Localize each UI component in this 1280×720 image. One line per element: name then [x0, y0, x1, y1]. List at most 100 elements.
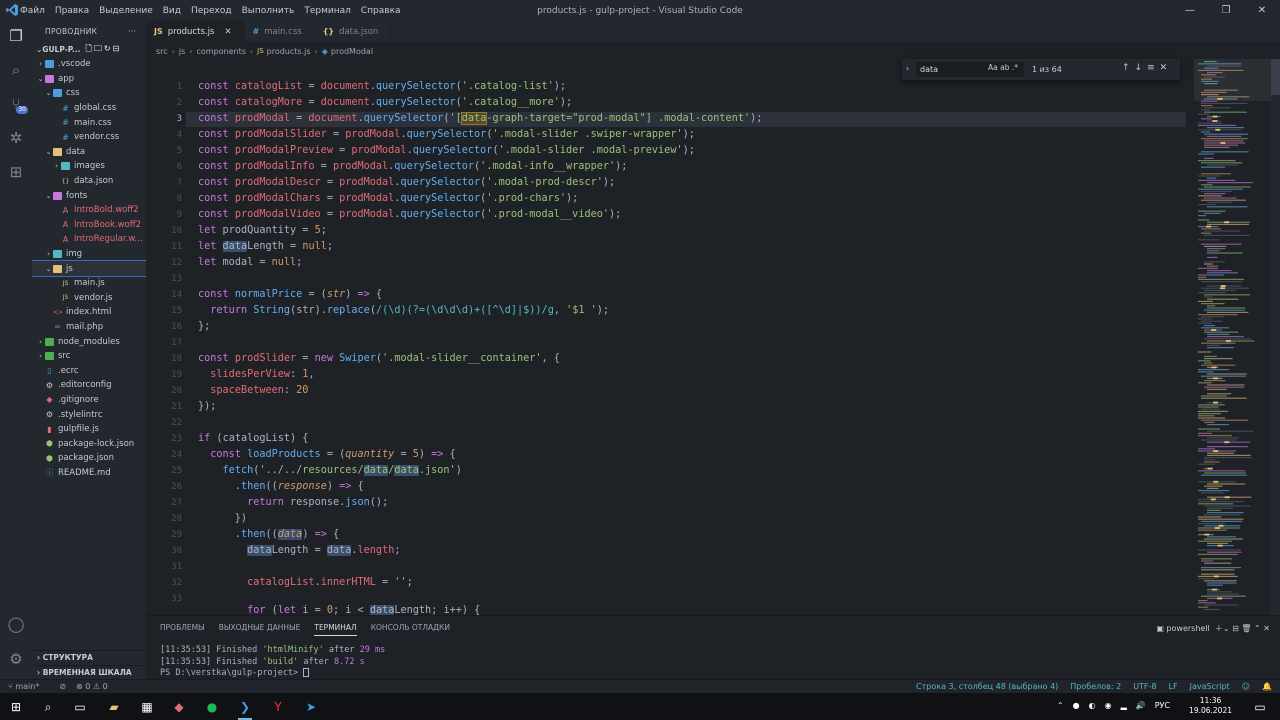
tree-file[interactable]: A IntroBold.woff2	[32, 203, 146, 218]
volume-icon[interactable]: 🔊	[1136, 701, 1146, 710]
tree-file[interactable]: ∞ mail.php	[32, 320, 146, 335]
menu-help[interactable]: Справка	[361, 6, 401, 16]
minimap[interactable]	[1194, 59, 1274, 615]
indentation[interactable]: Пробелов: 2	[1070, 682, 1121, 691]
tab-products-js[interactable]: JS products.js ✕	[146, 21, 245, 42]
account-icon[interactable]: ◯	[6, 614, 26, 634]
search-icon[interactable]: ⌕	[6, 60, 26, 80]
file-explorer-icon[interactable]: ▰	[104, 697, 124, 717]
tree-folder[interactable]: › src	[32, 349, 146, 364]
breadcrumb-item[interactable]: components	[196, 47, 245, 56]
find-nav[interactable]: ↑↓≡✕	[1122, 63, 1172, 73]
tree-file[interactable]: A IntroRegular.w...	[32, 232, 146, 247]
minimize-icon[interactable]: —	[1172, 0, 1208, 21]
explorer-actions[interactable]: 🗋🗀↻⊟	[85, 43, 121, 57]
tree-folder[interactable]: › .vscode	[32, 57, 146, 72]
find-options[interactable]: Aa ab .*	[988, 63, 1018, 72]
explorer-icon[interactable]: ❐	[6, 26, 26, 46]
tree-file[interactable]: ⚙ .editorconfig	[32, 378, 146, 393]
menu-view[interactable]: Вид	[163, 6, 181, 16]
panel-actions[interactable]: ＋⌄ ⊟ 🗑 ⌃ ✕	[1212, 624, 1270, 633]
menu-file[interactable]: Файл	[20, 6, 45, 16]
tree-file[interactable]: JS vendor.js	[32, 291, 146, 306]
tray-arrow-icon[interactable]: ⌃	[1057, 701, 1064, 710]
breadcrumb-item[interactable]: products.js	[267, 47, 311, 56]
tray-icon[interactable]: ◉	[1105, 701, 1112, 710]
tree-file[interactable]: ◆ .gitignore	[32, 393, 146, 408]
tree-file[interactable]: ⓘ README.md	[32, 466, 146, 481]
tray-app-icon[interactable]: ◐	[1089, 701, 1096, 710]
notifications-icon[interactable]: 🔔	[1262, 682, 1272, 691]
taskbar-clock[interactable]: 11:36 19.06.2021	[1189, 696, 1232, 716]
system-tray[interactable]: ⌃ ● ◐ ◉ ▂ 🔊 РУС	[1048, 701, 1170, 710]
terminal-prompt[interactable]: PS D:\verstka\gulp-project>	[160, 668, 310, 678]
tab-problems[interactable]: ПРОБЛЕМЫ	[160, 623, 205, 636]
breadcrumb-item[interactable]: prodModal	[331, 47, 373, 56]
branch-indicator[interactable]: ⑂ main*	[8, 682, 49, 691]
telegram-icon[interactable]: ➤	[301, 697, 321, 717]
tree-file[interactable]: # global.css	[32, 101, 146, 116]
tree-file[interactable]: ⬢ package-lock.json	[32, 436, 146, 451]
tree-file[interactable]: <> index.html	[32, 305, 146, 320]
sync-icon[interactable]: ⊘	[59, 682, 66, 691]
tree-file[interactable]: # vendor.css	[32, 130, 146, 145]
terminal-controls[interactable]: ▣ powershell ＋⌄ ⊟ 🗑 ⌃ ✕	[1156, 623, 1270, 634]
chevron-right-icon[interactable]: ›	[906, 64, 909, 73]
tree-folder[interactable]: › node_modules	[32, 334, 146, 349]
tree-file[interactable]: ⬢ package.json	[32, 451, 146, 466]
tab-main-css[interactable]: # main.css	[245, 21, 315, 42]
close-icon[interactable]: ✕	[1244, 0, 1280, 21]
tree-file[interactable]: # main.css	[32, 115, 146, 130]
task-view-icon[interactable]: ▭	[70, 697, 90, 717]
tree-file[interactable]: ▯ .ecrc	[32, 363, 146, 378]
tree-file[interactable]: A IntroBook.woff2	[32, 218, 146, 233]
tree-folder[interactable]: ⌄ app	[32, 72, 146, 87]
tab-output[interactable]: ВЫХОДНЫЕ ДАННЫЕ	[219, 623, 301, 636]
code-editor[interactable]: 1 2 3 4 5 6 7 8 9 10 11 12 13 14 15 16 17 18 19 20 21 22 23 24 2…	[146, 80, 1186, 615]
menu-go[interactable]: Переход	[191, 6, 232, 16]
cursor-position[interactable]: Строка 3, столбец 48 (выбрано 4)	[916, 682, 1058, 691]
menu-run[interactable]: Выполнить	[242, 6, 295, 16]
close-tab-icon[interactable]: ✕	[224, 27, 231, 37]
tab-terminal[interactable]: ТЕРМИНАЛ	[314, 623, 357, 636]
problems-indicator[interactable]: ⊗ 0 ⚠ 0	[76, 682, 108, 691]
tree-file[interactable]: ▮ gulpfile.js	[32, 422, 146, 437]
end-of-line[interactable]: LF	[1169, 682, 1178, 691]
more-icon[interactable]: ···	[128, 27, 136, 36]
breadcrumb-item[interactable]: src	[156, 47, 168, 56]
tab-debug-console[interactable]: КОНСОЛЬ ОТЛАДКИ	[371, 623, 450, 636]
extensions-icon[interactable]: ⊞	[6, 162, 26, 182]
run-debug-icon[interactable]: ✲	[6, 128, 26, 148]
outline-section[interactable]: › СТРУКТУРА	[32, 650, 146, 664]
vertical-scrollbar[interactable]	[1271, 59, 1280, 615]
tree-file[interactable]: ⚙ .stylelintrc	[32, 407, 146, 422]
calculator-icon[interactable]: ▦	[137, 697, 157, 717]
search-icon[interactable]: ⌕	[38, 697, 58, 717]
breadcrumb-item[interactable]: js	[179, 47, 185, 56]
vscode-taskbar-icon[interactable]: ❯	[235, 697, 255, 720]
notification-center-icon[interactable]: ▭	[1250, 697, 1270, 717]
windows-start-icon[interactable]: ⊞	[6, 697, 26, 717]
spotify-icon[interactable]: ●	[202, 697, 222, 717]
workspace-root[interactable]: ⌄ GULP-P... 🗋🗀↻⊟	[32, 42, 146, 57]
tab-data-json[interactable]: {} data.json	[315, 21, 392, 42]
language-mode[interactable]: JavaScript	[1190, 682, 1230, 691]
scrollbar-thumb[interactable]	[1271, 59, 1280, 95]
shell-name[interactable]: powershell	[1166, 624, 1209, 633]
keyboard-language[interactable]: РУС	[1155, 701, 1170, 710]
tree-folder[interactable]: › images	[32, 159, 146, 174]
tree-folder[interactable]: › img	[32, 247, 146, 262]
menu-selection[interactable]: Выделение	[99, 6, 153, 16]
source-control-icon[interactable]: ⑂ 30	[6, 94, 28, 114]
tree-folder[interactable]: ⌄ css	[32, 86, 146, 101]
restore-icon[interactable]: ❐	[1208, 0, 1244, 21]
tree-folder[interactable]: ⌄ data	[32, 145, 146, 160]
tree-folder[interactable]: ⌄ js	[32, 260, 146, 277]
yandex-browser-icon[interactable]: Y	[268, 697, 288, 717]
menu-edit[interactable]: Правка	[55, 6, 89, 16]
feedback-icon[interactable]: ☺	[1242, 682, 1250, 691]
settings-gear-icon[interactable]: ⚙	[6, 649, 26, 669]
tray-spotify-icon[interactable]: ●	[1073, 701, 1080, 710]
network-icon[interactable]: ▂	[1121, 701, 1127, 710]
tree-file[interactable]: JS main.js	[32, 276, 146, 291]
